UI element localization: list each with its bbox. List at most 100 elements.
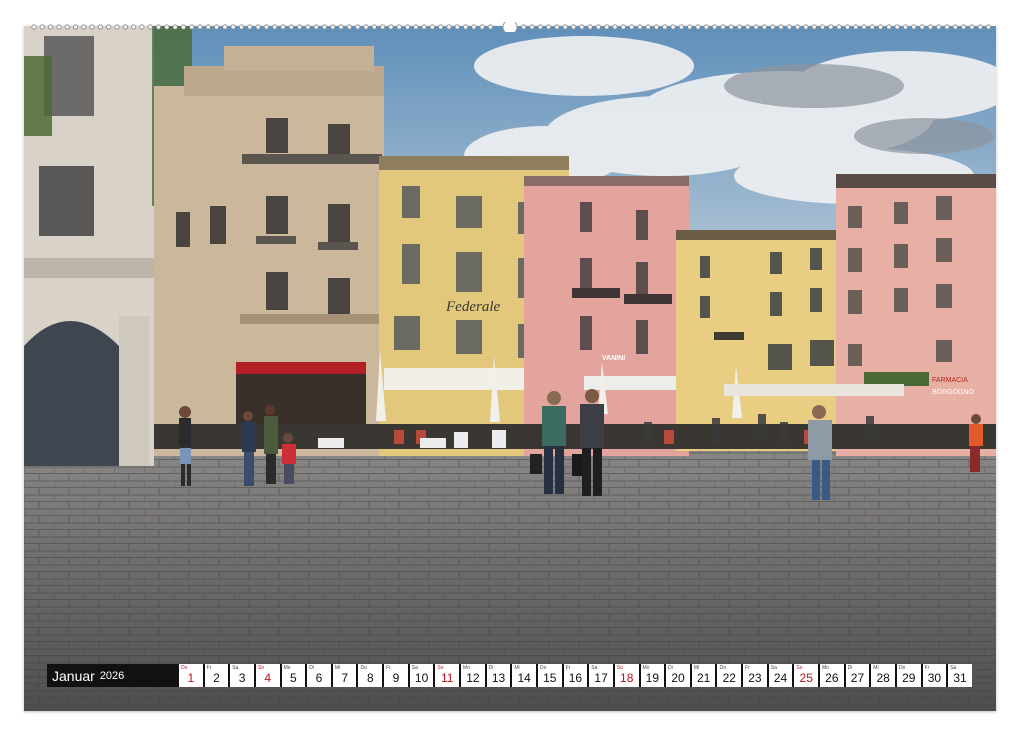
weekday-label: Fr xyxy=(745,665,750,671)
calendar-day: Do22 xyxy=(717,664,741,687)
calendar-day: Mi21 xyxy=(692,664,716,687)
spiral-binding xyxy=(24,22,996,32)
binding-ring xyxy=(704,25,708,29)
binding-ring xyxy=(970,25,974,29)
binding-ring xyxy=(356,25,360,29)
day-number: 6 xyxy=(316,671,323,685)
binding-ring xyxy=(953,25,957,29)
binding-ring xyxy=(654,25,658,29)
day-number: 2 xyxy=(213,671,220,685)
day-number: 10 xyxy=(415,671,428,685)
binding-ring xyxy=(48,25,52,29)
binding-ring xyxy=(613,25,617,29)
binding-ring xyxy=(812,25,816,29)
calendar-day: Di13 xyxy=(487,664,511,687)
calendar-day: Do1 xyxy=(179,664,203,687)
binding-ring xyxy=(945,25,949,29)
binding-ring xyxy=(480,25,484,29)
binding-ring xyxy=(779,25,783,29)
weekday-label: Mi xyxy=(694,665,699,671)
weekday-label: Mi xyxy=(873,665,878,671)
calendar-day: Sa10 xyxy=(410,664,434,687)
binding-ring xyxy=(339,25,343,29)
day-number: 26 xyxy=(825,671,838,685)
binding-ring xyxy=(605,25,609,29)
weekday-label: Do xyxy=(181,665,187,671)
binding-ring xyxy=(688,25,692,29)
weekday-label: Fr xyxy=(386,665,391,671)
binding-ring xyxy=(156,25,160,29)
binding-ring xyxy=(854,25,858,29)
binding-ring xyxy=(563,25,567,29)
binding-ring xyxy=(422,25,426,29)
binding-ring xyxy=(961,25,965,29)
binding-ring xyxy=(696,25,700,29)
binding-ring xyxy=(522,25,526,29)
binding-ring xyxy=(331,25,335,29)
binding-ring xyxy=(463,25,467,29)
binding-ring xyxy=(289,25,293,29)
calendar-strip: Januar 2026 Do1Fr2Sa3So4Mo5Di6Mi7Do8Fr9S… xyxy=(47,664,972,687)
binding-ring xyxy=(347,25,351,29)
binding-ring xyxy=(621,25,625,29)
calendar-day: Mo19 xyxy=(641,664,665,687)
weekday-label: Fr xyxy=(925,665,930,671)
calendar-day: Mi7 xyxy=(333,664,357,687)
weekday-label: Sa xyxy=(771,665,777,671)
day-number: 29 xyxy=(902,671,915,685)
binding-ring xyxy=(571,25,575,29)
weekday-label: So xyxy=(437,665,443,671)
calendar-day: So4 xyxy=(256,664,280,687)
day-number: 23 xyxy=(748,671,761,685)
binding-ring xyxy=(530,25,534,29)
binding-ring xyxy=(754,25,758,29)
binding-ring xyxy=(862,25,866,29)
weekday-label: Do xyxy=(360,665,366,671)
calendar-day: Fr2 xyxy=(205,664,229,687)
binding-ring xyxy=(239,25,243,29)
binding-ring xyxy=(878,25,882,29)
binding-ring xyxy=(256,25,260,29)
binding-ring xyxy=(447,25,451,29)
binding-ring xyxy=(746,25,750,29)
binding-ring xyxy=(397,25,401,29)
calendar-day: Do8 xyxy=(358,664,382,687)
calendar-day: So11 xyxy=(435,664,459,687)
weekday-label: Di xyxy=(489,665,494,671)
calendar-day: Mi14 xyxy=(512,664,536,687)
binding-ring xyxy=(73,25,77,29)
weekday-label: So xyxy=(617,665,623,671)
weekday-label: Mi xyxy=(335,665,340,671)
binding-ring xyxy=(555,25,559,29)
binding-ring xyxy=(795,25,799,29)
day-number: 20 xyxy=(671,671,684,685)
binding-ring xyxy=(389,25,393,29)
day-number: 13 xyxy=(492,671,505,685)
right-yellow-building xyxy=(676,230,836,451)
binding-ring xyxy=(281,25,285,29)
calendar-day: Do15 xyxy=(538,664,562,687)
weekday-label: So xyxy=(258,665,264,671)
binding-ring xyxy=(845,25,849,29)
binding-ring xyxy=(380,25,384,29)
binding-ring xyxy=(538,25,542,29)
binding-ring xyxy=(629,25,633,29)
binding-ring xyxy=(928,25,932,29)
day-number: 24 xyxy=(774,671,787,685)
binding-ring xyxy=(870,25,874,29)
binding-ring xyxy=(488,25,492,29)
binding-ring xyxy=(405,25,409,29)
binding-ring xyxy=(98,25,102,29)
binding-ring xyxy=(40,25,44,29)
weekday-label: Sa xyxy=(412,665,418,671)
calendar-month: Januar 2026 xyxy=(47,664,177,687)
calendar-day: Fr30 xyxy=(923,664,947,687)
binding-ring xyxy=(837,25,841,29)
binding-ring xyxy=(190,25,194,29)
binding-ring xyxy=(646,25,650,29)
binding-ring xyxy=(223,25,227,29)
day-number: 21 xyxy=(697,671,710,685)
weekday-label: Fr xyxy=(566,665,571,671)
day-number: 14 xyxy=(517,671,530,685)
binding-ring xyxy=(455,25,459,29)
